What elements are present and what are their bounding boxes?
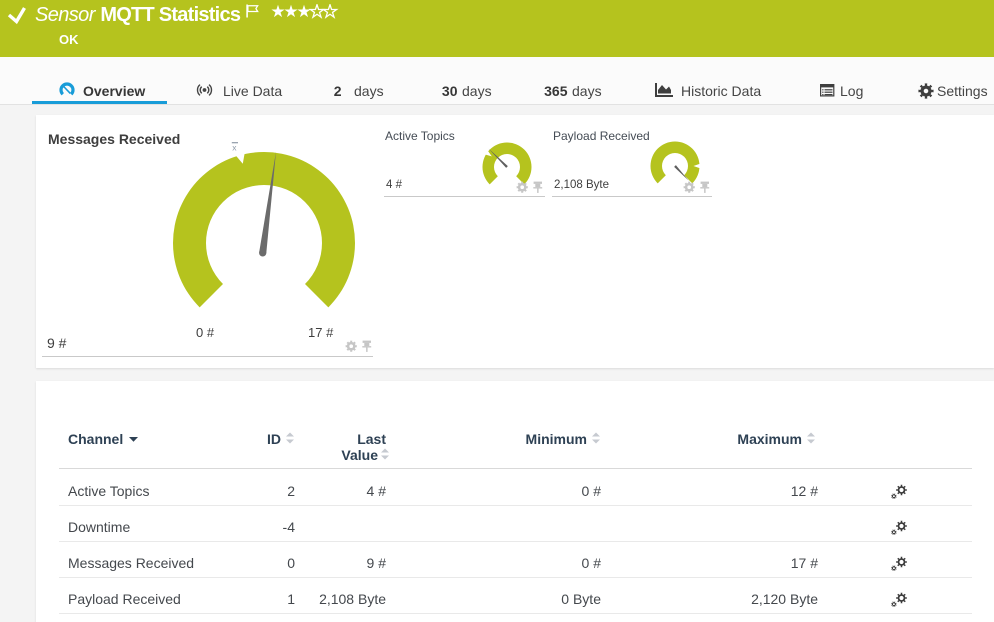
svg-text:x: x bbox=[232, 142, 237, 152]
